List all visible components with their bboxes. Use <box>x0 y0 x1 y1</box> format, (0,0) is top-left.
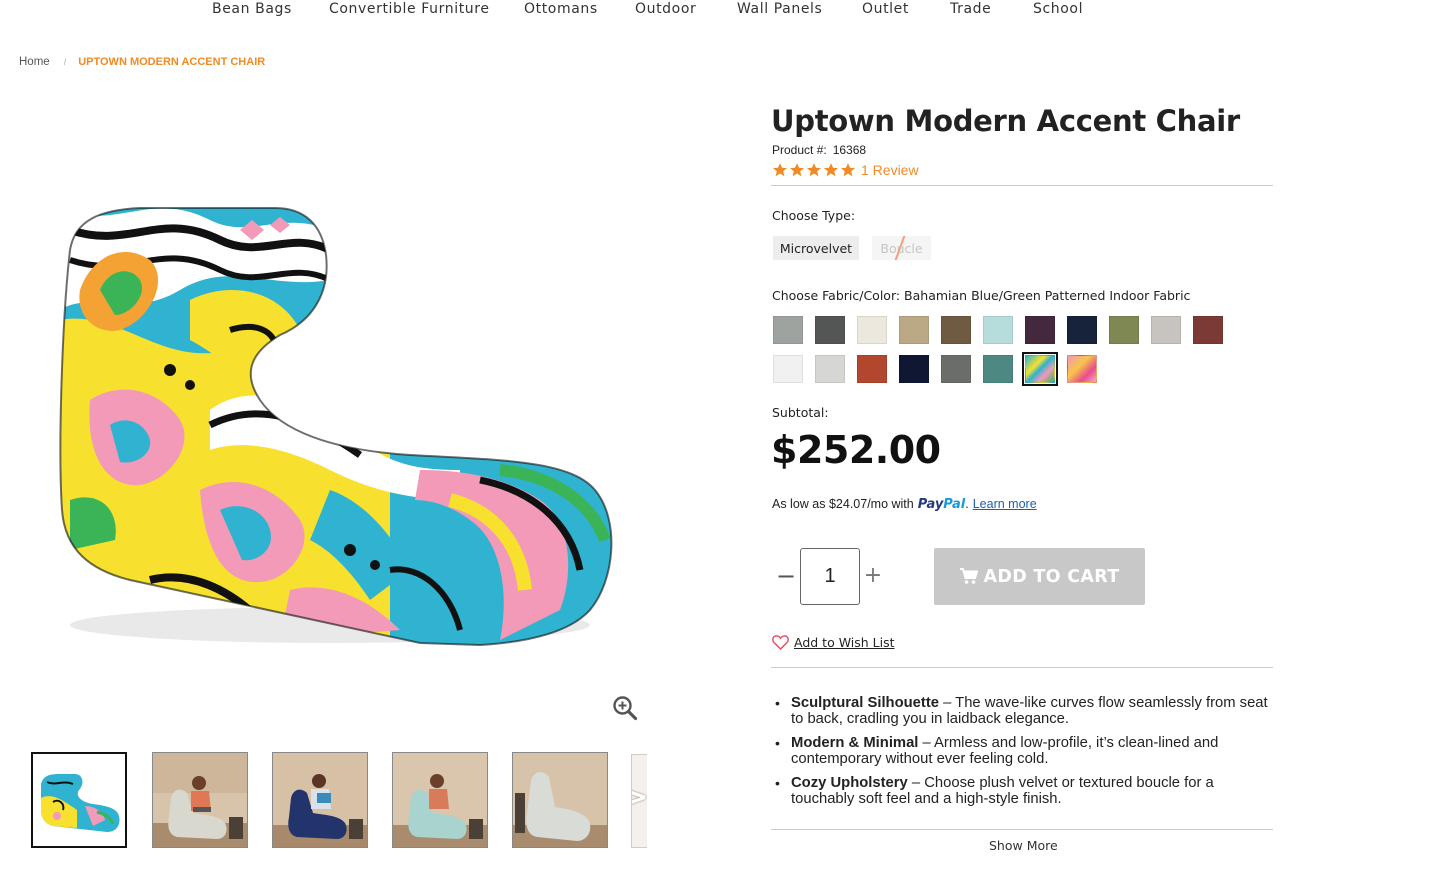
fabric-swatch[interactable] <box>815 355 845 383</box>
zoom-in-icon[interactable] <box>612 695 638 721</box>
breadcrumb: Home / UPTOWN MODERN ACCENT CHAIR <box>19 56 265 68</box>
thumbnail-2[interactable] <box>152 752 248 848</box>
bullet: • <box>775 696 780 711</box>
nav-outlet[interactable]: Outlet <box>862 1 909 17</box>
divider <box>771 829 1273 830</box>
fabric-swatch[interactable] <box>899 316 929 344</box>
thumbnail-image <box>273 753 367 847</box>
choose-fabric-label: Choose Fabric/Color: Bahamian Blue/Green… <box>772 288 1191 303</box>
product-number-label: Product #: <box>772 143 827 157</box>
fabric-swatch[interactable] <box>773 355 803 383</box>
star-icon <box>772 163 788 177</box>
quantity-decrease-button[interactable]: − <box>776 563 796 589</box>
fabric-swatch[interactable] <box>941 316 971 344</box>
thumbnail-image <box>513 753 607 847</box>
fabric-swatch[interactable] <box>1067 316 1097 344</box>
product-number: Product #: 16368 <box>772 143 866 157</box>
thumbnail-next-arrow[interactable]: > <box>631 754 647 848</box>
product-number-value: 16368 <box>832 143 867 157</box>
nav-school[interactable]: School <box>1033 1 1083 17</box>
feature-title: Modern & Minimal <box>791 735 919 751</box>
paypal-financing: As low as $24.07/mo with PayPal. Learn m… <box>772 497 1037 512</box>
add-to-wishlist[interactable]: Add to Wish List <box>772 635 895 650</box>
fabric-swatch[interactable] <box>1151 316 1181 344</box>
rating: 1 Review <box>772 162 919 178</box>
fabric-swatch[interactable] <box>857 355 887 383</box>
nav-trade[interactable]: Trade <box>950 1 991 17</box>
feature-item: • Sculptural Silhouette – The wave-like … <box>775 696 1273 727</box>
star-icon <box>806 163 822 177</box>
thumbnail-image <box>153 753 247 847</box>
fabric-swatch[interactable] <box>857 316 887 344</box>
add-to-wishlist-label: Add to Wish List <box>794 635 895 650</box>
nav-outdoor[interactable]: Outdoor <box>635 1 696 17</box>
nav-convertible-furniture[interactable]: Convertible Furniture <box>329 1 490 17</box>
fabric-swatch[interactable] <box>983 355 1013 383</box>
quantity-increase-button[interactable]: + <box>863 563 883 589</box>
breadcrumb-separator: / <box>63 57 67 67</box>
fabric-swatch[interactable] <box>1025 316 1055 344</box>
thumbnail-5[interactable] <box>512 752 608 848</box>
add-to-cart-button[interactable]: ADD TO CART <box>934 548 1145 605</box>
heart-icon <box>772 635 789 650</box>
breadcrumb-home[interactable]: Home <box>19 56 50 68</box>
nav-bean-bags[interactable]: Bean Bags <box>212 1 292 17</box>
fabric-swatch[interactable] <box>1109 316 1139 344</box>
bullet: • <box>775 775 780 791</box>
fabric-swatch-selected[interactable] <box>1022 352 1058 386</box>
subtotal-label: Subtotal: <box>772 405 829 420</box>
nav-ottomans[interactable]: Ottomans <box>524 1 598 17</box>
paypal-logo-pal: Pal <box>943 497 966 512</box>
fabric-swatch[interactable] <box>899 355 929 383</box>
add-to-cart-label: ADD TO CART <box>983 566 1120 587</box>
divider <box>771 185 1273 186</box>
thumbnail-1[interactable] <box>31 752 127 848</box>
review-count-link[interactable]: 1 Review <box>861 162 919 178</box>
feature-item: • Cozy Upholstery – Choose plush velvet … <box>775 775 1273 807</box>
feature-title: Cozy Upholstery <box>791 775 908 791</box>
fabric-swatch[interactable] <box>815 316 845 344</box>
paypal-logo-pay: Pay <box>917 497 944 512</box>
main-product-image[interactable] <box>30 170 640 670</box>
top-navigation: Bean Bags Convertible Furniture Ottomans… <box>0 0 1445 24</box>
thumbnail-4[interactable] <box>392 752 488 848</box>
star-icon <box>823 163 839 177</box>
price: $252.00 <box>771 428 941 472</box>
thumbnail-image <box>41 774 120 832</box>
fabric-swatch[interactable] <box>773 316 803 344</box>
fabric-swatch[interactable] <box>1193 316 1223 344</box>
thumbnail-3[interactable] <box>272 752 368 848</box>
choose-type-label: Choose Type: <box>772 208 856 223</box>
product-title: Uptown Modern Accent Chair <box>771 104 1240 138</box>
thumbnail-image <box>393 753 487 847</box>
quantity-input[interactable] <box>800 548 860 605</box>
bullet: • <box>775 735 780 751</box>
cart-icon <box>959 568 978 584</box>
nav-wall-panels[interactable]: Wall Panels <box>737 1 822 17</box>
breadcrumb-current: UPTOWN MODERN ACCENT CHAIR <box>78 56 266 68</box>
feature-item: • Modern & Minimal – Armless and low-pro… <box>775 735 1273 767</box>
type-option-boucle[interactable]: Boucle <box>872 236 931 260</box>
chevron-right-icon: > <box>632 777 647 817</box>
feature-list: • Sculptural Silhouette – The wave-like … <box>775 696 1273 818</box>
star-icon <box>789 163 805 177</box>
type-option-microvelvet[interactable]: Microvelvet <box>773 236 859 260</box>
fabric-swatch[interactable] <box>983 316 1013 344</box>
divider <box>771 667 1273 668</box>
paypal-period: . <box>965 497 969 511</box>
paypal-learn-more-link[interactable]: Learn more <box>973 497 1037 511</box>
fabric-swatch[interactable] <box>1067 355 1097 383</box>
paypal-prefix: As low as $24.07/mo with <box>772 497 914 511</box>
feature-title: Sculptural Silhouette <box>791 696 939 711</box>
paypal-logo: PayPal <box>918 497 965 512</box>
show-more-button[interactable]: Show More <box>989 838 1058 853</box>
thumbnail-strip: > <box>31 752 647 850</box>
star-icon <box>840 163 856 177</box>
fabric-swatch[interactable] <box>941 355 971 383</box>
